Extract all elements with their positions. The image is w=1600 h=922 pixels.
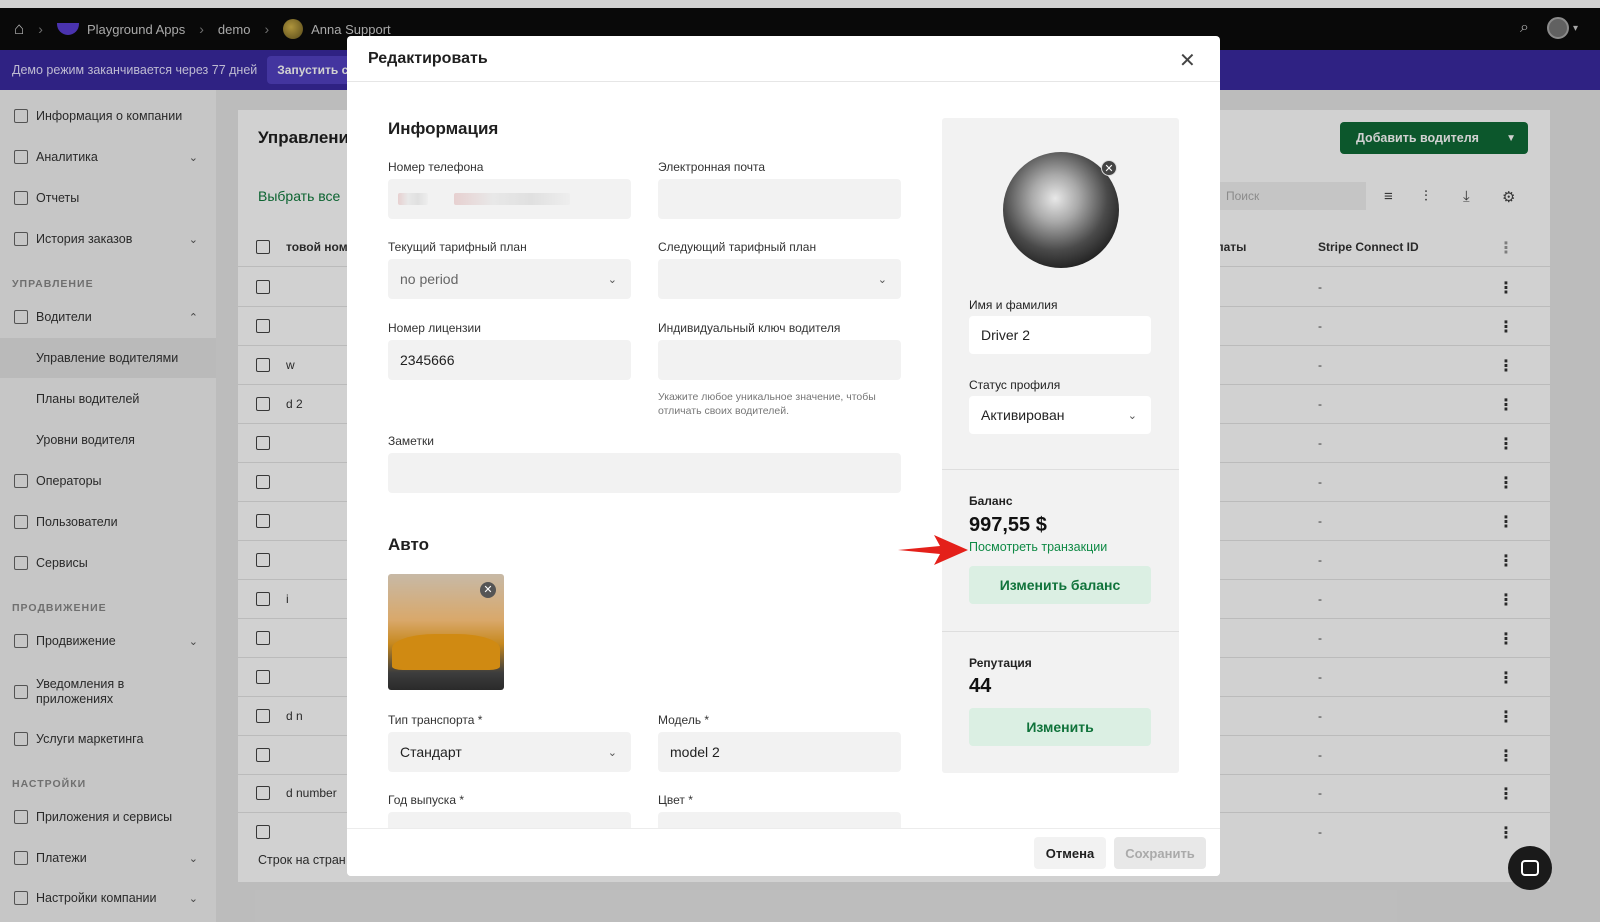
chevron-down-icon: ⌄	[1127, 409, 1137, 422]
balance-value: 997,55 $	[969, 514, 1047, 536]
driver-avatar: ✕	[1003, 152, 1119, 268]
chevron-down-icon: ⌄	[877, 273, 887, 286]
car-photo: ✕	[388, 574, 504, 690]
divider	[942, 631, 1179, 632]
phone-label: Номер телефона	[388, 160, 484, 174]
edit-driver-modal: Редактировать ✕ Информация Номер телефон…	[347, 36, 1220, 876]
car-shape	[392, 634, 500, 670]
status-select[interactable]: Активирован ⌄	[969, 396, 1151, 434]
auto-section-title: Авто	[388, 535, 429, 554]
divider	[942, 469, 1179, 470]
notes-field[interactable]	[388, 453, 901, 493]
name-field[interactable]: Driver 2	[969, 316, 1151, 354]
chevron-down-icon: ⌄	[607, 746, 617, 759]
current-plan-select[interactable]: no period ⌄	[388, 259, 631, 299]
notes-label: Заметки	[388, 434, 434, 448]
driver-key-label: Индивидуальный ключ водителя	[658, 321, 841, 335]
year-label: Год выпуска *	[388, 793, 464, 807]
license-field[interactable]: 2345666	[388, 340, 631, 380]
transport-select[interactable]: Стандарт ⌄	[388, 732, 631, 772]
modal-title: Редактировать	[368, 50, 488, 67]
driver-key-field[interactable]	[658, 340, 901, 380]
status-label: Статус профиля	[969, 378, 1061, 392]
color-label: Цвет *	[658, 793, 693, 807]
view-transactions-link[interactable]: Посмотреть транзакции	[969, 540, 1107, 554]
modal-footer: Отмена Сохранить	[347, 828, 1220, 876]
close-icon[interactable]: ✕	[1179, 48, 1196, 73]
chat-icon	[1521, 860, 1539, 876]
next-plan-label: Следующий тарифный план	[658, 240, 817, 254]
model-label: Модель *	[658, 713, 710, 727]
red-arrow-annotation-icon	[898, 535, 968, 565]
email-label: Электронная почта	[658, 160, 766, 174]
driver-key-hint: Укажите любое уникальное значение, чтобы…	[658, 391, 876, 417]
chevron-down-icon: ⌄	[607, 273, 617, 286]
cancel-button[interactable]: Отмена	[1034, 837, 1106, 869]
chat-button[interactable]	[1508, 846, 1552, 890]
phone-field[interactable]	[388, 179, 631, 219]
model-field[interactable]: model 2	[658, 732, 901, 772]
balance-label: Баланс	[969, 494, 1013, 508]
redacted-phone	[454, 193, 570, 205]
current-plan-label: Текущий тарифный план	[388, 240, 527, 254]
info-section-title: Информация	[388, 119, 499, 138]
change-balance-button[interactable]: Изменить баланс	[969, 566, 1151, 604]
reputation-value: 44	[969, 675, 992, 697]
driver-summary-panel: ✕ Имя и фамилия Driver 2 Статус профиля …	[942, 118, 1179, 773]
reputation-label: Репутация	[969, 656, 1032, 670]
change-reputation-button[interactable]: Изменить	[969, 708, 1151, 746]
email-field[interactable]	[658, 179, 901, 219]
name-label: Имя и фамилия	[969, 298, 1058, 312]
modal-header: Редактировать ✕	[347, 36, 1220, 82]
save-button[interactable]: Сохранить	[1114, 837, 1206, 869]
remove-avatar-icon[interactable]: ✕	[1101, 160, 1117, 176]
redacted-phone	[398, 193, 428, 205]
remove-photo-icon[interactable]: ✕	[480, 582, 496, 598]
transport-label: Тип транспорта *	[388, 713, 483, 727]
next-plan-select[interactable]: ⌄	[658, 259, 901, 299]
license-label: Номер лицензии	[388, 321, 481, 335]
